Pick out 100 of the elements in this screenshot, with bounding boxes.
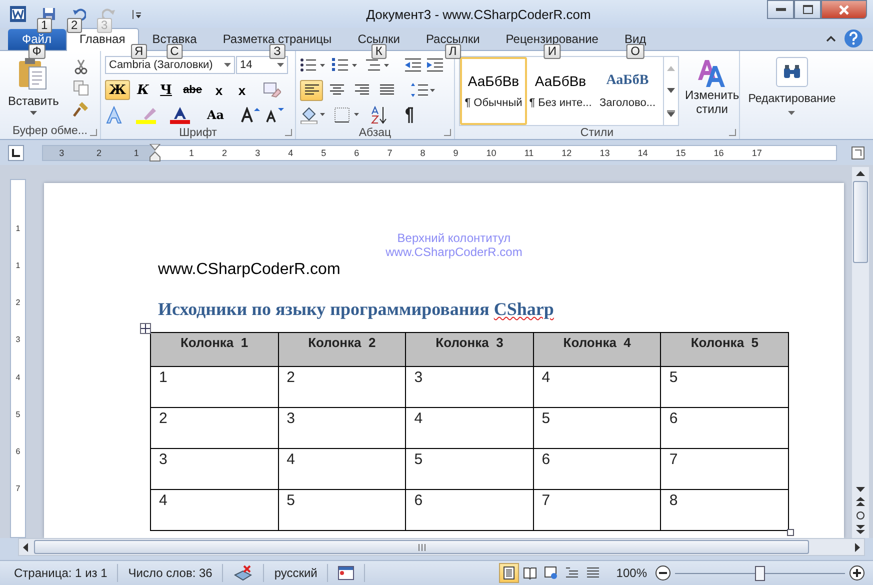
text-effects-icon[interactable]	[105, 106, 123, 124]
paste-button[interactable]: Вставить	[4, 57, 63, 123]
button-label: стили	[696, 102, 728, 116]
bold-button[interactable]: Ж	[105, 80, 130, 100]
maximize-button[interactable]	[794, 0, 821, 19]
dialog-launcher-icon[interactable]	[729, 129, 736, 136]
group-label: Абзац	[358, 126, 392, 138]
dialog-launcher-icon[interactable]	[285, 129, 292, 136]
binoculars-icon	[782, 64, 801, 80]
numbering-icon[interactable]	[332, 57, 358, 73]
line-spacing-icon[interactable]	[410, 82, 436, 98]
scroll-down-icon[interactable]	[667, 88, 675, 92]
caret-icon	[788, 111, 796, 115]
zoom-in-icon[interactable]	[849, 565, 865, 581]
sup-button[interactable]: x	[232, 80, 252, 100]
language-text[interactable]: русский	[264, 564, 328, 582]
font-name-text: Cambria (Заголовки)	[109, 59, 213, 71]
underline-button[interactable]: Ч	[156, 80, 176, 100]
undo-icon[interactable]	[72, 7, 86, 21]
clear-formatting-icon[interactable]	[263, 82, 282, 98]
scroll-down-icon[interactable]	[856, 487, 865, 492]
document-page[interactable]: Верхний колонтитул www.CSharpCoderR.com www.CSharpCoderR.com Исходники по языку программирования CSharp Колонка 1 Колонка 2 Колонка 3 Колонка 4 Колонка 5 1 2 3 4 5 2 3 4 5 6 3 4 5 6 7 4 5 6 7 8	[44, 183, 844, 538]
table-header-cell: Колонка 1	[150, 332, 278, 366]
save-icon[interactable]	[42, 7, 56, 21]
change-styles-button[interactable]: Изменить стили	[679, 54, 742, 126]
change-case-button[interactable]: Aa	[203, 105, 228, 125]
table-header-cell: Колонка 2	[278, 332, 406, 366]
table-cell: 2	[150, 408, 278, 448]
next-page-icon[interactable]	[856, 525, 865, 534]
view-ruler-icon[interactable]	[851, 146, 865, 160]
zoom-out-icon[interactable]	[655, 565, 671, 581]
minimize-button[interactable]	[767, 0, 794, 19]
minimize-icon	[776, 8, 786, 12]
previous-page-icon[interactable]	[856, 497, 865, 506]
italic-button[interactable]: К	[133, 80, 154, 100]
keytip: О	[626, 44, 644, 59]
font-color-icon[interactable]	[169, 106, 191, 124]
ruler-number: 5	[16, 410, 20, 419]
keytip: Я	[130, 44, 148, 59]
scroll-right-icon[interactable]	[855, 542, 860, 552]
dialog-launcher-icon[interactable]	[90, 129, 97, 136]
ruler-number: 3	[59, 148, 64, 158]
dialog-launcher-icon[interactable]	[444, 129, 451, 136]
ruler-number: 7	[387, 148, 392, 158]
table-cell: 3	[150, 448, 278, 490]
customize-toolbar-icon[interactable]	[132, 8, 142, 20]
table-cell: 5	[533, 408, 661, 448]
word-logo-icon[interactable]	[10, 6, 26, 22]
print-view-button[interactable]	[499, 563, 520, 583]
page-count-text[interactable]: Страница: 1 из 1	[8, 564, 118, 582]
strike-button[interactable]: abe	[179, 80, 206, 100]
table-cell: 7	[660, 448, 788, 490]
table-cell: 5	[278, 490, 406, 530]
style-item[interactable]: АаБбВ Заголово...	[594, 57, 661, 125]
help-icon[interactable]	[844, 29, 863, 48]
cut-icon[interactable]	[72, 59, 89, 75]
zoom-slider-thumb[interactable]	[755, 566, 765, 580]
read-view-icon	[523, 566, 538, 580]
word-count-text[interactable]: Число слов: 36	[118, 564, 224, 582]
keytip: Л	[444, 44, 461, 59]
grow-font-icon[interactable]	[241, 107, 262, 123]
vertical-ruler[interactable]: 1 1 2 3 4 5 6 7	[10, 179, 26, 538]
ruler-number: 15	[676, 148, 686, 158]
caret-icon[interactable]	[224, 63, 231, 67]
indent-marker-icon[interactable]	[149, 144, 161, 162]
copy-icon[interactable]	[72, 80, 89, 96]
table-cell: 6	[533, 448, 661, 490]
ruler-number: 2	[96, 148, 102, 158]
caret-icon[interactable]	[277, 63, 284, 67]
sub-button[interactable]: x	[209, 80, 230, 100]
zoom-level-text[interactable]: 100%	[616, 566, 647, 580]
table-move-handle-icon[interactable]	[140, 323, 151, 334]
ruler-number: 1	[189, 148, 194, 158]
bullets-icon[interactable]	[300, 57, 326, 73]
table-resize-handle-icon[interactable]	[787, 529, 794, 536]
close-button[interactable]	[821, 0, 867, 19]
keytip: 2	[67, 18, 82, 33]
style-item[interactable]: АаБбВв ¶ Без инте...	[527, 57, 594, 125]
font-name-field[interactable]: Cambria (Заголовки)	[105, 56, 235, 74]
more-icon[interactable]	[667, 110, 675, 116]
group-label: Стили	[580, 126, 614, 138]
multilevel-list-icon[interactable]	[364, 57, 390, 73]
shrink-font-icon[interactable]	[265, 107, 286, 123]
borders-icon[interactable]	[334, 106, 360, 124]
collapse-ribbon-icon[interactable]	[826, 34, 836, 42]
scroll-up-icon[interactable]	[856, 171, 865, 176]
align-left-button[interactable]	[300, 80, 323, 100]
style-item[interactable]: АаБбВв ¶ Обычный	[460, 57, 527, 125]
shading-icon[interactable]	[300, 106, 326, 124]
increase-indent-icon[interactable]	[426, 57, 444, 73]
tab-selector-icon[interactable]	[8, 145, 24, 161]
horizontal-ruler[interactable]: 3 2 1 1 2 3 4 5 6 7 8 9 10 11 12 13 14 15 16 17	[42, 145, 837, 161]
browse-object-icon[interactable]	[856, 511, 865, 520]
font-size-field[interactable]: 14	[236, 56, 288, 74]
sort-icon[interactable]	[370, 106, 388, 124]
decrease-indent-icon[interactable]	[404, 57, 422, 73]
align-right-icon	[354, 84, 368, 96]
scroll-left-icon[interactable]	[23, 542, 28, 552]
editing-button[interactable]: Редактирование	[748, 51, 836, 115]
table-cell: 4	[533, 366, 661, 408]
